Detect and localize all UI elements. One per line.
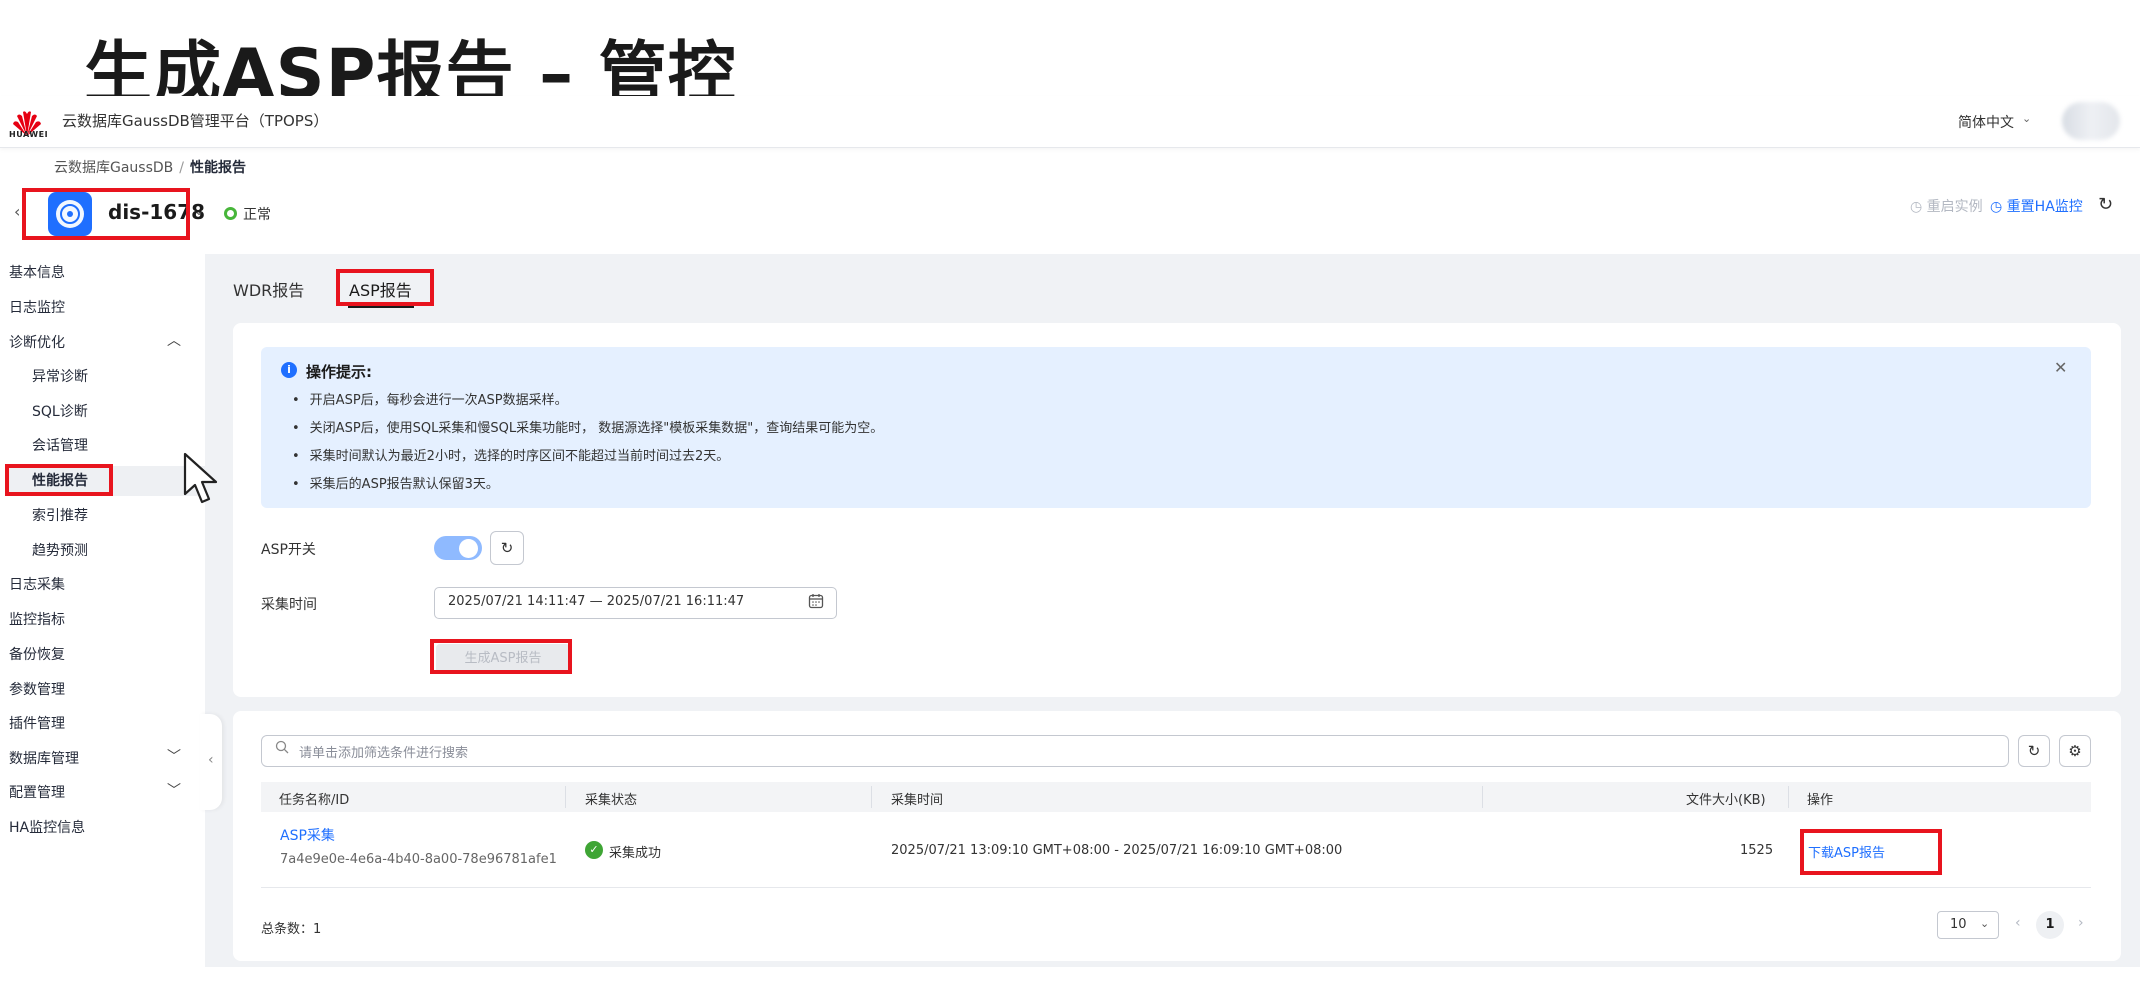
prev-page-icon[interactable]: ‹ xyxy=(2015,915,2021,931)
mouse-cursor-icon xyxy=(183,452,218,504)
sidebar-item-trend[interactable]: 趋势预测 xyxy=(32,540,88,560)
column-header: 任务名称/ID xyxy=(279,793,350,808)
tip-line: 关闭ASP后，使用SQL采集和慢SQL采集功能时， 数据源选择"模板采集数据"，… xyxy=(292,417,884,436)
chevron-left-icon[interactable]: ‹ xyxy=(208,752,214,768)
restart-instance-button[interactable]: ◷ 重启实例 xyxy=(1910,196,1983,216)
column-header: 采集状态 xyxy=(585,793,638,808)
asp-switch-label: ASP开关 xyxy=(261,542,316,558)
column-divider[interactable] xyxy=(1788,786,1789,808)
sidebar-item-log-collect[interactable]: 日志采集 xyxy=(9,574,65,594)
refresh-icon[interactable]: ↻ xyxy=(2018,735,2050,767)
tab-asp-report[interactable]: ASP报告 xyxy=(349,277,412,301)
chevron-down-icon[interactable]: ⌄ xyxy=(1980,917,1989,930)
sidebar-item-basic-info[interactable]: 基本信息 xyxy=(9,262,65,282)
column-divider[interactable] xyxy=(871,786,872,808)
task-name-link[interactable]: ASP采集 xyxy=(280,825,335,845)
tab-wdr-report[interactable]: WDR报告 xyxy=(233,277,304,301)
sidebar-item-plugins[interactable]: 插件管理 xyxy=(9,713,65,733)
sidebar-item-metrics[interactable]: 监控指标 xyxy=(9,609,65,629)
sidebar-item-backup[interactable]: 备份恢复 xyxy=(9,644,65,664)
close-icon[interactable]: ✕ xyxy=(2054,358,2067,377)
breadcrumb: 云数据库GaussDB / 性能报告 xyxy=(54,157,246,177)
instance-name[interactable]: dis-1678 xyxy=(108,200,205,224)
sidebar-item-diagnosis[interactable]: 诊断优化 xyxy=(9,332,65,352)
tab-active-indicator xyxy=(348,305,414,308)
chevron-down-icon[interactable]: ﹀ xyxy=(167,746,181,766)
refresh-icon[interactable]: ↻ xyxy=(490,531,524,565)
column-header: 操作 xyxy=(1807,793,1834,808)
sidebar-item-performance-report[interactable]: 性能报告 xyxy=(32,470,88,490)
gear-icon[interactable]: ⚙ xyxy=(2059,735,2091,767)
sidebar-item-config[interactable]: 配置管理 xyxy=(9,782,65,802)
column-header: 采集时间 xyxy=(891,793,944,808)
sidebar-item-anomaly[interactable]: 异常诊断 xyxy=(32,366,88,386)
chevron-down-icon[interactable]: ﹀ xyxy=(167,780,181,800)
database-icon xyxy=(56,200,84,228)
sidebar-item-ha-info[interactable]: HA监控信息 xyxy=(9,817,85,837)
top-bar: HUAWEI 云数据库GaussDB管理平台（TPOPS） 简体中文 ⌄ xyxy=(0,96,2140,148)
sidebar-item-index[interactable]: 索引推荐 xyxy=(32,505,88,525)
reset-ha-button[interactable]: ◷ 重置HA监控 xyxy=(1990,196,2083,216)
search-input[interactable] xyxy=(261,735,2009,767)
task-size: 1525 xyxy=(1740,843,1774,858)
task-id: 7a4e9e0e-4e6a-4b40-8a00-78e96781afe1 xyxy=(280,852,557,867)
gaussdb-instance-icon xyxy=(48,192,92,236)
column-divider[interactable] xyxy=(1482,786,1483,808)
sidebar-item-sql[interactable]: SQL诊断 xyxy=(32,401,88,421)
search-placeholder[interactable]: 请单击添加筛选条件进行搜索 xyxy=(299,742,468,761)
task-time: 2025/07/21 13:09:10 GMT+08:00 - 2025/07/… xyxy=(891,843,1343,858)
success-check-icon: ✓ xyxy=(585,841,603,859)
sidebar-item-db-manage[interactable]: 数据库管理 xyxy=(9,748,79,768)
breadcrumb-separator: / xyxy=(179,160,184,176)
chevron-up-icon[interactable]: ︿ xyxy=(167,330,181,350)
sidebar-item-log-monitor[interactable]: 日志监控 xyxy=(9,297,65,317)
time-range-value[interactable]: 2025/07/21 14:11:47 — 2025/07/21 16:11:4… xyxy=(448,594,744,609)
refresh-icon[interactable]: ↻ xyxy=(2098,194,2113,215)
calendar-icon[interactable] xyxy=(808,593,824,613)
instance-status: 正常 xyxy=(243,207,271,223)
avatar[interactable] xyxy=(2062,102,2120,140)
language-selector[interactable]: 简体中文 xyxy=(1958,112,2014,132)
download-asp-report-link[interactable]: 下载ASP报告 xyxy=(1808,842,1885,861)
collect-time-label: 采集时间 xyxy=(261,597,317,613)
column-header: 文件大小(KB) xyxy=(1686,793,1766,808)
back-chevron-icon[interactable]: ‹ xyxy=(14,202,20,221)
total-count: 总条数：1 xyxy=(261,922,322,937)
breadcrumb-root[interactable]: 云数据库GaussDB xyxy=(54,160,173,176)
column-divider[interactable] xyxy=(565,786,566,808)
toggle-knob[interactable] xyxy=(459,539,478,558)
next-page-icon[interactable]: › xyxy=(2078,915,2084,931)
table-row-divider xyxy=(261,887,2091,888)
info-icon: i xyxy=(281,362,297,378)
platform-title: 云数据库GaussDB管理平台（TPOPS） xyxy=(62,112,329,130)
breadcrumb-current: 性能报告 xyxy=(190,160,246,176)
generate-asp-report-button[interactable]: 生成ASP报告 xyxy=(436,644,570,674)
task-status: 采集成功 xyxy=(609,846,662,861)
chevron-down-icon[interactable]: ⌄ xyxy=(194,204,204,218)
sidebar-item-session[interactable]: 会话管理 xyxy=(32,435,88,455)
logo-text: HUAWEI xyxy=(9,130,49,139)
current-page[interactable]: 1 xyxy=(2036,911,2064,939)
page-size-select[interactable] xyxy=(1937,911,1999,939)
sidebar-item-params[interactable]: 参数管理 xyxy=(9,679,65,699)
tip-line: 开启ASP后，每秒会进行一次ASP数据采样。 xyxy=(292,389,568,408)
tip-line: 采集后的ASP报告默认保留3天。 xyxy=(292,473,499,492)
page-size-value[interactable]: 10 xyxy=(1950,917,1967,932)
status-ok-icon xyxy=(224,207,237,220)
chevron-down-icon[interactable]: ⌄ xyxy=(2022,112,2031,125)
tip-title: 操作提示: xyxy=(306,363,372,381)
search-icon xyxy=(275,740,289,758)
tip-line: 采集时间默认为最近2小时，选择的时序区间不能超过当前时间过去2天。 xyxy=(292,445,730,464)
